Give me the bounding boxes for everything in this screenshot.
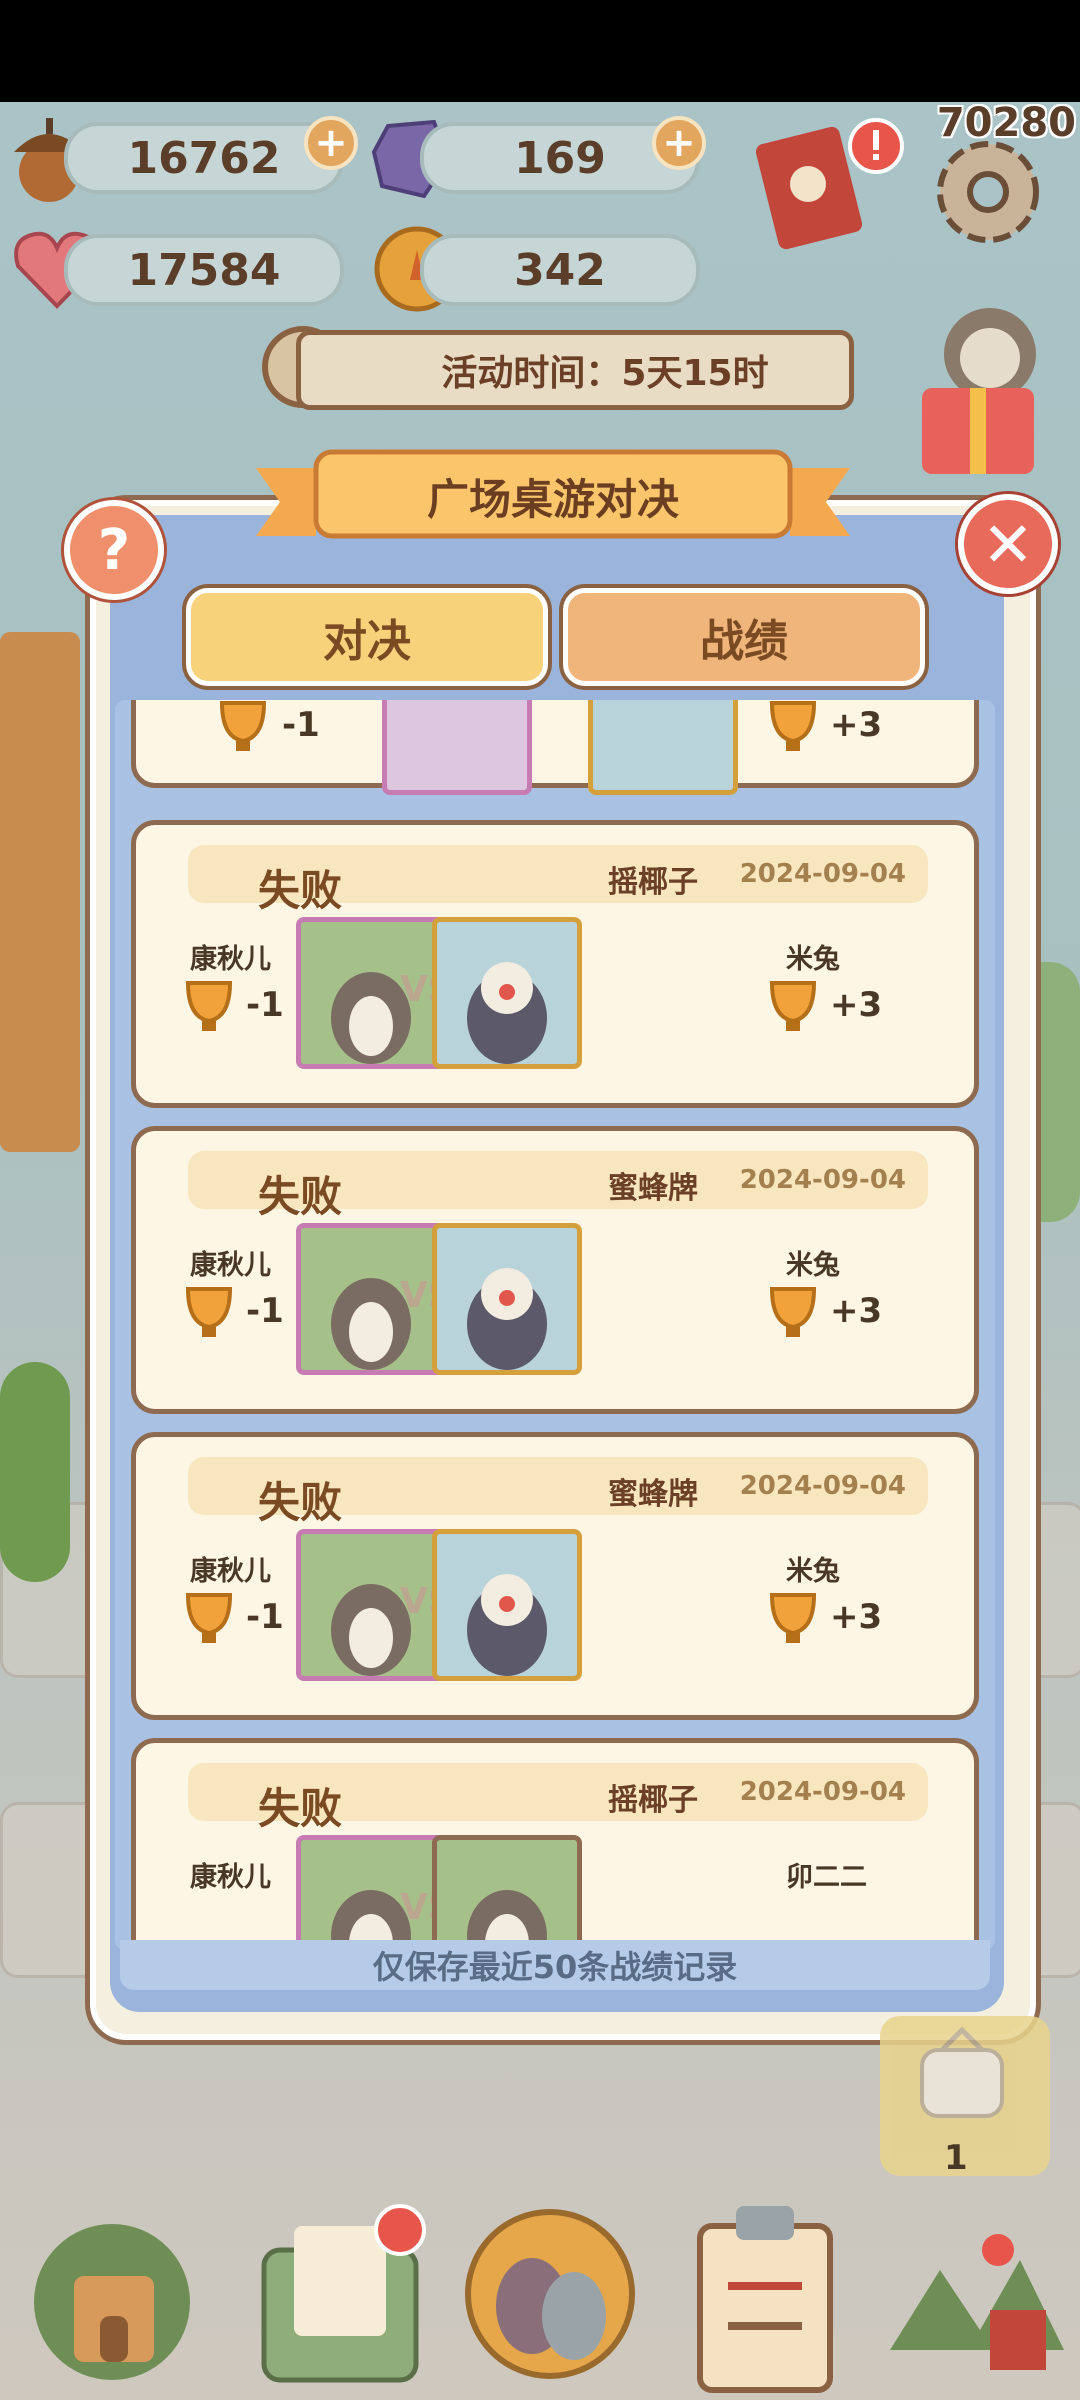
panel-title-ribbon: 广场桌游对决 xyxy=(256,448,850,544)
record-limit-note: 仅保存最近50条战绩记录 xyxy=(120,1940,990,1990)
trophy-icon xyxy=(769,981,817,1031)
trophy-icon xyxy=(219,701,267,751)
house-decoration xyxy=(0,632,80,1152)
record-game-mode: 摇椰子 xyxy=(608,865,698,900)
right-avatar-frame xyxy=(432,1529,582,1681)
rabbit-avatar-icon xyxy=(467,962,547,1064)
record-game-mode: 摇椰子 xyxy=(608,1783,698,1818)
record-card: 失败 摇椰子 2024-09-04 康秋儿 -1 VS 米兔 +3 xyxy=(131,820,979,1108)
left-score-delta: -1 xyxy=(246,1291,284,1331)
right-player-name: 米兔 xyxy=(786,1556,840,1587)
event-timer: 活动时间：5天15时 xyxy=(296,330,854,410)
right-score-delta: +3 xyxy=(830,985,883,1025)
left-score-delta: -1 xyxy=(246,1597,284,1637)
record-card: 失败 摇椰子 2024-09-04 康秋儿 VS 卯二二 xyxy=(131,1738,979,1950)
record-card: 失败 蜜蜂牌 2024-09-04 康秋儿 -1 VS 米兔 +3 xyxy=(131,1126,979,1414)
left-player-name: 康秋儿 xyxy=(190,1862,271,1893)
right-player-name: 米兔 xyxy=(786,1250,840,1281)
alert-badge-icon xyxy=(848,118,904,174)
close-button[interactable]: ✕ xyxy=(958,494,1058,594)
trophy-icon xyxy=(769,701,817,751)
tab-duel[interactable]: 对决 xyxy=(186,588,548,686)
record-result: 失败 xyxy=(258,1478,343,1527)
record-result: 失败 xyxy=(258,866,343,915)
left-player-name: 康秋儿 xyxy=(190,1250,271,1281)
record-result: 失败 xyxy=(258,1784,343,1833)
coin-counter: 342 xyxy=(420,234,700,306)
bundle-icon xyxy=(920,2026,1004,2118)
record-header: 失败 摇椰子 2024-09-04 xyxy=(188,1763,928,1833)
right-score-delta: +3 xyxy=(830,1597,883,1637)
right-avatar-frame xyxy=(432,917,582,1069)
record-date: 2024-09-04 xyxy=(739,1777,906,1807)
trophy-icon xyxy=(185,1287,233,1337)
task-clipboard-icon[interactable] xyxy=(690,2196,840,2396)
right-score-delta: +3 xyxy=(830,705,883,745)
bush-decoration xyxy=(0,1362,70,1582)
record-date: 2024-09-04 xyxy=(739,1471,906,1501)
record-header: 失败 蜜蜂牌 2024-09-04 xyxy=(188,1151,928,1221)
panel-title: 广场桌游对决 xyxy=(426,474,679,524)
left-avatar-frame xyxy=(382,700,532,795)
right-avatar-frame xyxy=(432,1835,582,1950)
right-avatar-frame xyxy=(588,700,738,795)
seal-avatar-icon xyxy=(467,1890,547,1950)
map-icon[interactable] xyxy=(880,2210,1070,2390)
help-button[interactable]: ? xyxy=(64,500,164,600)
right-avatar-frame xyxy=(432,1223,582,1375)
left-score-delta: -1 xyxy=(246,985,284,1025)
right-player-name: 米兔 xyxy=(786,944,840,975)
left-score-delta: -1 xyxy=(282,705,320,745)
trophy-icon xyxy=(185,1593,233,1643)
record-header: 失败 摇椰子 2024-09-04 xyxy=(188,845,928,915)
left-player-name: 康秋儿 xyxy=(190,944,271,975)
home-house-icon[interactable] xyxy=(28,2206,196,2386)
right-player-name: 卯二二 xyxy=(786,1862,867,1893)
heart-counter: 17584 xyxy=(64,234,344,306)
record-date: 2024-09-04 xyxy=(739,859,906,889)
record-date: 2024-09-04 xyxy=(739,1165,906,1195)
record-game-mode: 蜜蜂牌 xyxy=(608,1171,698,1206)
acorn-counter: 16762 xyxy=(64,122,344,194)
record-list[interactable]: -1 +3 失败 摇椰子 2024-09-04 康秋儿 -1 VS 米兔 +3 … xyxy=(115,700,995,1950)
left-player-name: 康秋儿 xyxy=(190,1556,271,1587)
mail-letter-icon[interactable] xyxy=(250,2200,430,2390)
record-result: 失败 xyxy=(258,1172,343,1221)
settings-gear-icon[interactable] xyxy=(926,130,1050,254)
trophy-icon xyxy=(185,981,233,1031)
record-card: 失败 蜜蜂牌 2024-09-04 康秋儿 -1 VS 米兔 +3 xyxy=(131,1432,979,1720)
status-bar xyxy=(0,0,1080,102)
rabbit-avatar-icon xyxy=(467,1574,547,1676)
tab-record[interactable]: 战绩 xyxy=(563,588,925,686)
crystal-add-button[interactable]: + xyxy=(652,116,706,170)
eggs-icon[interactable] xyxy=(462,2206,638,2382)
inventory-count: 1 xyxy=(944,2138,968,2178)
record-card-partial: -1 +3 xyxy=(131,700,979,795)
right-score-delta: +3 xyxy=(830,1291,883,1331)
record-game-mode: 蜜蜂牌 xyxy=(608,1477,698,1512)
record-header: 失败 蜜蜂牌 2024-09-04 xyxy=(188,1457,928,1527)
acorn-add-button[interactable]: + xyxy=(304,116,358,170)
sloth-gift-icon[interactable] xyxy=(908,294,1058,484)
trophy-icon xyxy=(769,1287,817,1337)
trophy-icon xyxy=(769,1593,817,1643)
rabbit-avatar-icon xyxy=(467,1268,547,1370)
